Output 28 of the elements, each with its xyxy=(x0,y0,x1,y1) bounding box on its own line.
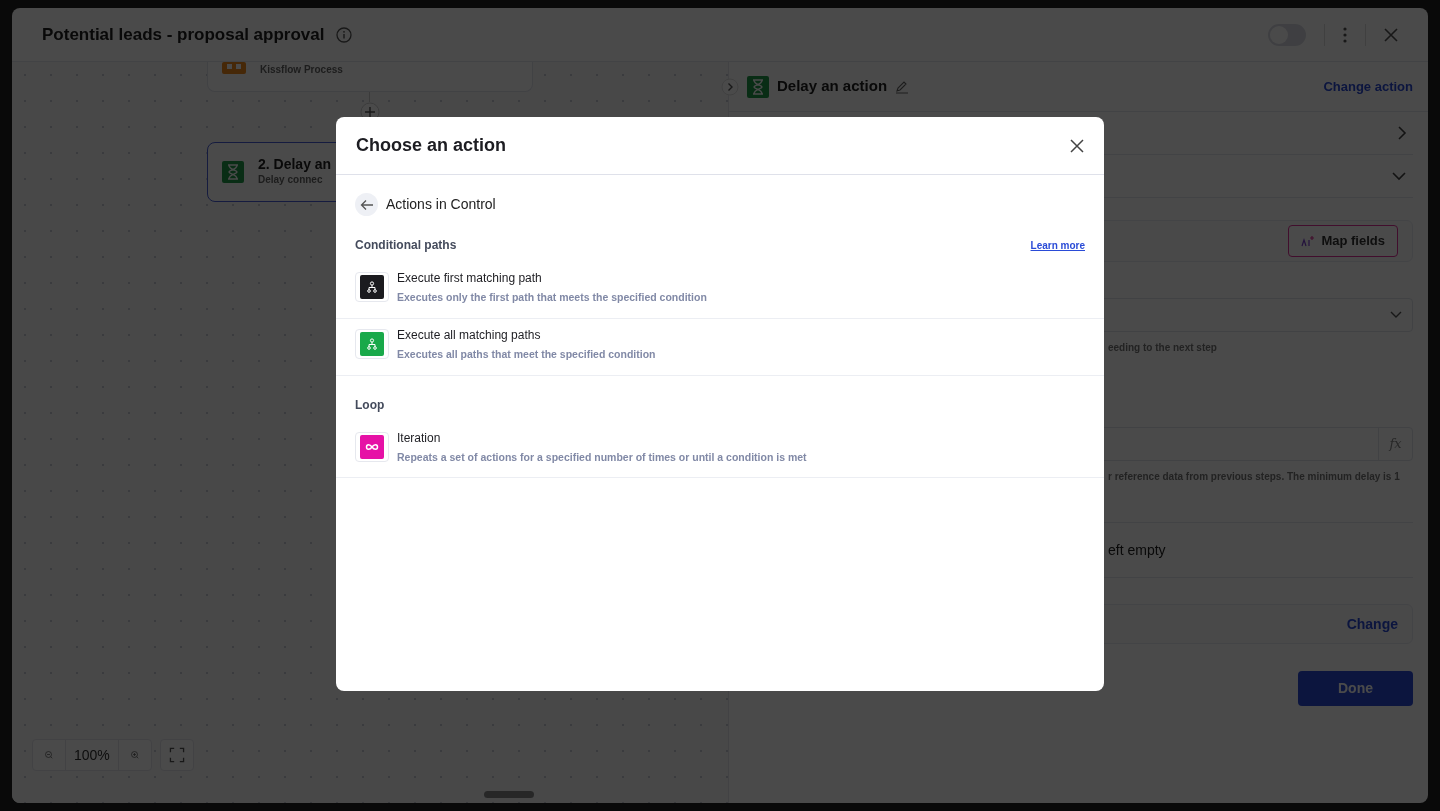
action-item[interactable]: Execute first matching path Executes only the first path that meets the specified condition xyxy=(336,262,1104,319)
window-title: Potential leads - proposal approval xyxy=(42,23,325,46)
close-button[interactable] xyxy=(1070,138,1084,153)
section-title: Conditional paths xyxy=(355,237,457,254)
action-item[interactable]: Execute all matching paths Executes all paths that meet the specified condition xyxy=(336,318,1104,376)
action-title: Execute first matching path xyxy=(397,270,543,287)
change-link[interactable]: Change xyxy=(1346,613,1398,635)
action-item[interactable]: Iteration Repeats a set of actions for a specified number of times or until a condition is met xyxy=(336,421,1104,479)
section-title: Loop xyxy=(355,396,385,414)
breadcrumb-label: Actions in Control xyxy=(386,195,496,214)
action-description: Executes all paths that meet the specified condition xyxy=(397,346,656,362)
action-description: Executes only the first path that meets the specified condition xyxy=(397,290,707,305)
action-title: Execute all matching paths xyxy=(397,326,542,344)
zoom-level: 100% xyxy=(65,740,119,770)
action-description: Repeats a set of actions for a specified number of times or until a condition is met xyxy=(397,449,807,465)
action-icon xyxy=(355,272,389,303)
learn-more-link[interactable]: Learn more xyxy=(1030,237,1085,253)
option-label: eft empty xyxy=(1107,540,1167,560)
change-action-link[interactable]: Change action xyxy=(1323,76,1413,97)
back-button[interactable] xyxy=(355,193,378,216)
close-icon xyxy=(1070,138,1084,153)
action-title: Iteration xyxy=(397,429,442,447)
dialog-title: Choose an action xyxy=(356,134,507,157)
node-title: 2. Delay an xyxy=(258,156,332,173)
back-arrow-icon xyxy=(359,198,374,211)
action-icon xyxy=(355,329,389,360)
action-icon xyxy=(355,431,389,462)
panel-title: Delay an action xyxy=(777,76,888,97)
